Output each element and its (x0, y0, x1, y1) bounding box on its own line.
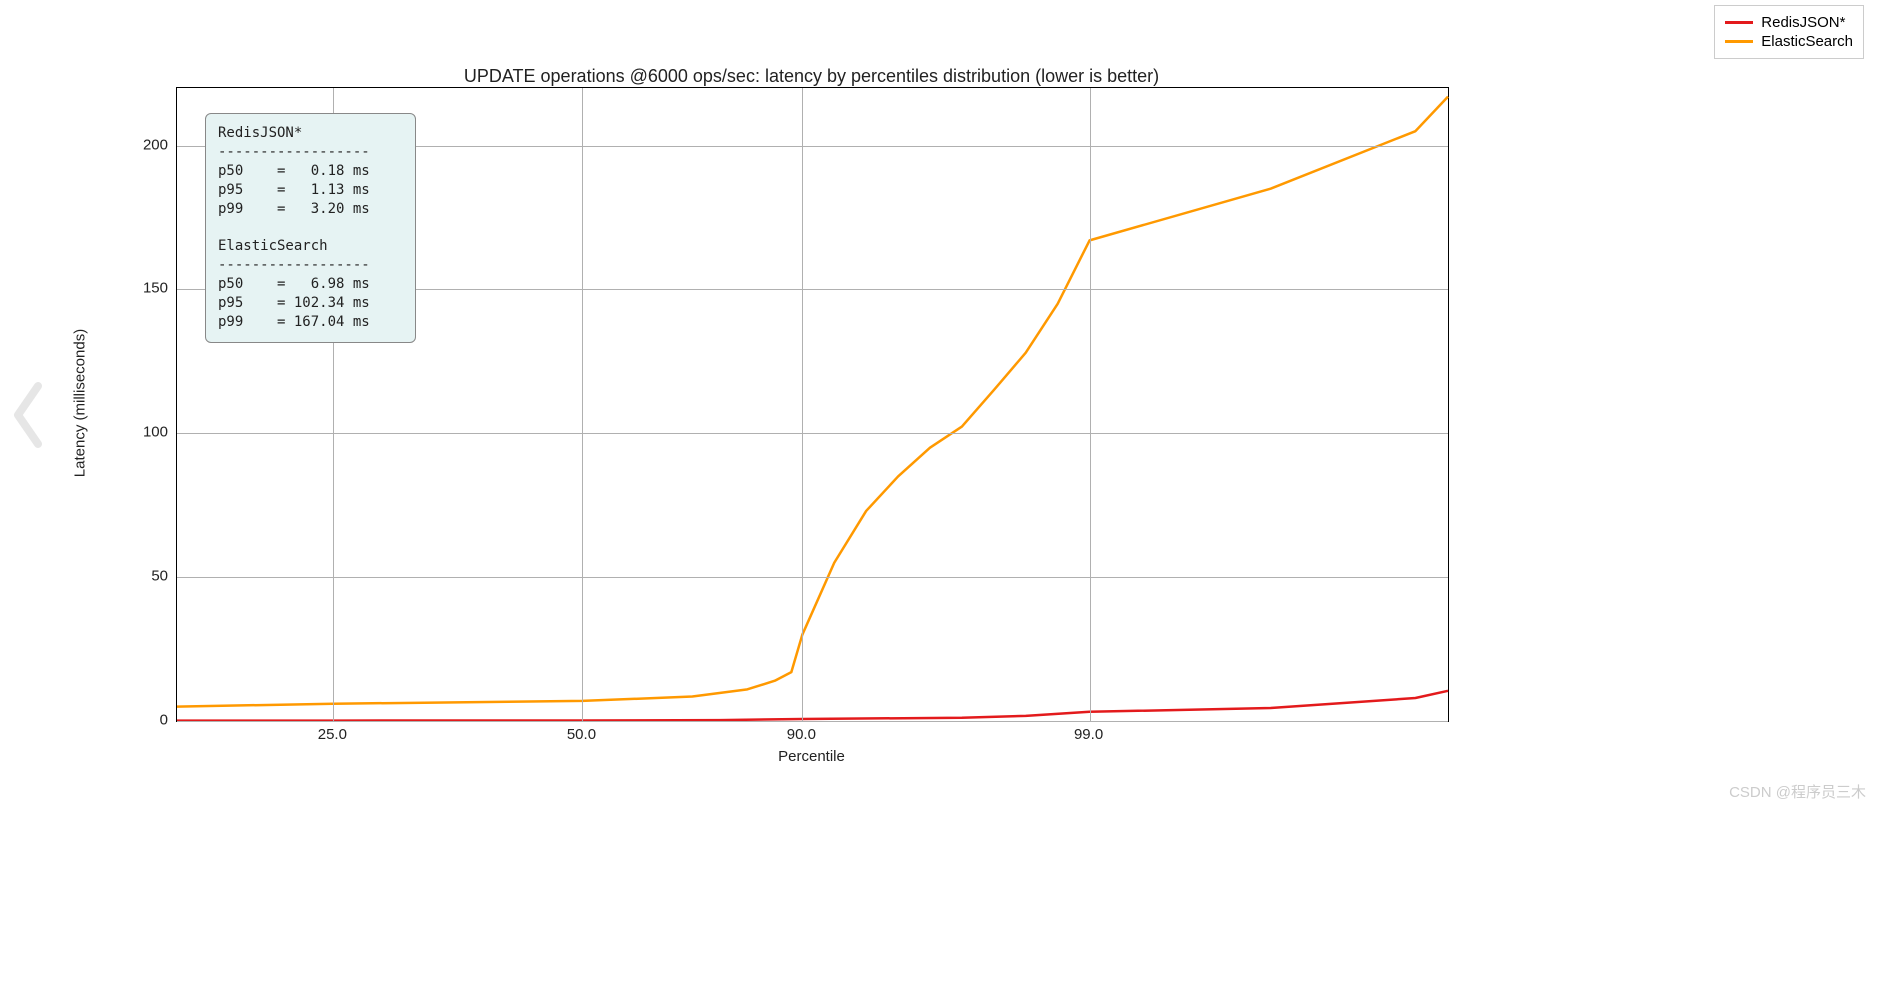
grid-line-h (177, 433, 1448, 434)
y-tick-label: 0 (108, 712, 168, 729)
x-tick-label: 25.0 (318, 726, 347, 743)
grid-line-v (1090, 88, 1091, 721)
grid-line-h (177, 577, 1448, 578)
legend-swatch-icon (1725, 40, 1753, 43)
legend-item-elasticsearch: ElasticSearch (1725, 33, 1853, 50)
stats-annotation-box: RedisJSON* ------------------ p50 = 0.18… (205, 113, 416, 343)
x-tick-label: 50.0 (567, 726, 596, 743)
series-line (177, 691, 1448, 721)
x-tick-label: 99.0 (1074, 726, 1103, 743)
grid-line-h (177, 721, 1448, 722)
chevron-left-icon (6, 380, 50, 450)
grid-line-v (802, 88, 803, 721)
x-tick-label: 90.0 (787, 726, 816, 743)
prev-image-button[interactable] (6, 380, 50, 450)
legend-label: RedisJSON* (1761, 14, 1845, 31)
y-tick-label: 100 (108, 424, 168, 441)
y-tick-label: 150 (108, 280, 168, 297)
y-tick-label: 200 (108, 136, 168, 153)
x-axis-label: Percentile (176, 748, 1447, 765)
legend-item-redisjson: RedisJSON* (1725, 14, 1853, 31)
legend: RedisJSON* ElasticSearch (1714, 5, 1864, 59)
watermark-text: CSDN @程序员三木 (1729, 781, 1866, 802)
legend-label: ElasticSearch (1761, 33, 1853, 50)
y-axis-label: Latency (milliseconds) (72, 329, 89, 477)
y-tick-label: 50 (108, 568, 168, 585)
chart-title: UPDATE operations @6000 ops/sec: latency… (176, 66, 1447, 87)
legend-swatch-icon (1725, 21, 1753, 24)
grid-line-v (582, 88, 583, 721)
